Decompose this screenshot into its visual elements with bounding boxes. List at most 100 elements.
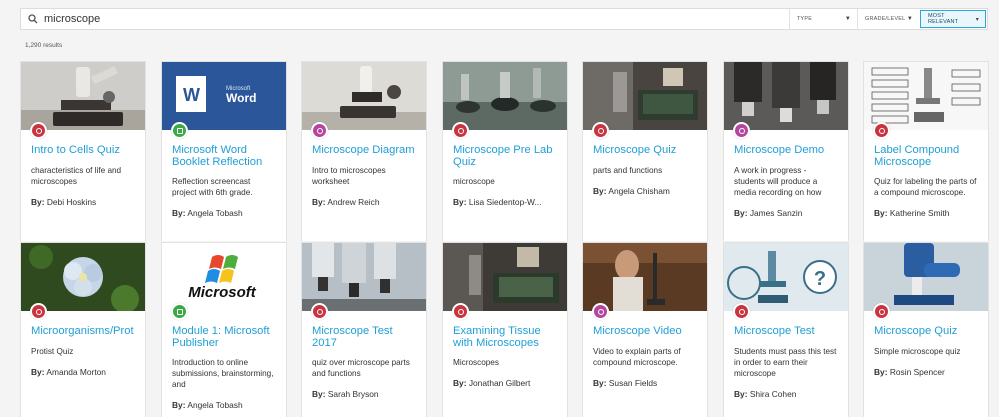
card-description: Introduction to online submissions, brai…: [172, 357, 276, 390]
card-author: By: Andrew Reich: [312, 197, 416, 207]
result-card[interactable]: W Microsoft Word Microsoft Word Booklet …: [161, 61, 287, 241]
card-description: Reflection screencast project with 6th g…: [172, 177, 253, 197]
by-label: By:: [172, 400, 186, 410]
author-name: Angela Chisham: [608, 185, 670, 196]
by-label: By:: [453, 197, 467, 207]
card-description: Protist Quiz: [31, 346, 74, 356]
result-card[interactable]: Microscope Pre Lab Quiz microscope By: L…: [442, 61, 568, 241]
card-thumbnail: [21, 62, 145, 130]
result-card[interactable]: Examining Tissue with Microscopes Micros…: [442, 242, 568, 417]
card-thumbnail: [583, 243, 707, 311]
card-description: characteristics of life and microscopes: [31, 165, 122, 186]
quiz-type-icon: [311, 303, 328, 320]
card-author: By: Angela Tobash: [172, 400, 276, 410]
results-grid: Intro to Cells Quiz characteristics of l…: [20, 61, 989, 417]
quiz-type-icon: [873, 303, 890, 320]
search-input[interactable]: [44, 13, 444, 25]
lesson-type-icon: [733, 122, 750, 139]
type-filter-dropdown[interactable]: TYPE ▼: [789, 9, 857, 29]
card-author: By: Susan Fields: [593, 378, 697, 388]
card-description: Video to explain parts of compound micro…: [593, 346, 681, 367]
quiz-type-icon: [30, 122, 47, 139]
card-thumbnail: ?: [724, 243, 848, 311]
chevron-down-icon: ▼: [906, 16, 913, 22]
result-card[interactable]: Microscope Diagram Intro to microscopes …: [301, 61, 427, 241]
card-title[interactable]: Microscope Quiz: [874, 325, 978, 338]
author-name: Andrew Reich: [327, 196, 380, 207]
chevron-down-icon: ▾: [975, 16, 979, 23]
results-count: 1,290 results: [25, 42, 63, 49]
description-text: Introduction to online submissions, brai…: [172, 358, 274, 389]
result-card[interactable]: Microscope Quiz Simple microscope quiz B…: [863, 242, 989, 417]
card-thumbnail: [864, 243, 988, 311]
quiz-type-icon: [873, 122, 890, 139]
chevron-down-icon: ▼: [844, 16, 851, 22]
by-label: By:: [734, 207, 748, 218]
card-author: By: Amanda Morton: [31, 367, 135, 377]
result-card[interactable]: Microscope Video Video to explain parts …: [582, 242, 708, 417]
sort-label: MOST RELEVANT: [928, 13, 959, 25]
card-thumbnail: [443, 243, 567, 311]
card-title[interactable]: Microscope Test 2017: [312, 325, 416, 349]
card-title[interactable]: Label Compound Microscope: [874, 144, 978, 168]
card-author: By: Debi Hoskins: [31, 197, 135, 207]
card-title[interactable]: Microscope Demo: [734, 144, 838, 157]
result-card[interactable]: Intro to Cells Quiz characteristics of l…: [20, 61, 146, 241]
result-card[interactable]: Microscope Quiz parts and functions By: …: [582, 61, 708, 241]
card-title[interactable]: Microscope Pre Lab Quiz: [453, 144, 557, 168]
card-thumbnail: [583, 62, 707, 130]
card-title[interactable]: Module 1: Microsoft Publisher: [172, 325, 276, 349]
search-icon: [28, 14, 38, 24]
by-label: By:: [874, 208, 888, 218]
card-title[interactable]: Microscope Diagram: [312, 144, 416, 157]
lesson-type-icon: [592, 303, 609, 320]
card-description: Microscopes: [453, 358, 499, 367]
card-title[interactable]: Microorganisms/Prot Quiz: [31, 326, 135, 338]
question-mark-text: ?: [814, 268, 826, 290]
card-thumbnail: W Microsoft Word: [162, 62, 286, 130]
card-author: By: Rosin Spencer: [874, 367, 978, 377]
card-description: quiz over microscope parts and functions: [312, 358, 410, 378]
by-label: By:: [874, 366, 888, 377]
result-card[interactable]: Label Compound Microscope Quiz for label…: [863, 61, 989, 241]
card-description: A work in progress - students will produ…: [734, 165, 822, 197]
result-card[interactable]: ? Microscope Test Students must pass thi…: [723, 242, 849, 417]
search-box[interactable]: [21, 9, 789, 29]
card-title[interactable]: Microscope Quiz: [593, 144, 697, 157]
type-filter-label: TYPE: [797, 16, 813, 22]
sort-dropdown[interactable]: MOST RELEVANT ▾: [920, 10, 986, 28]
lesson-type-icon: [311, 122, 328, 139]
quiz-type-icon: [30, 303, 47, 320]
author-name: Katherine Smith: [889, 208, 950, 218]
result-card[interactable]: Microscope Demo A work in progress - stu…: [723, 61, 849, 241]
card-title[interactable]: Intro to Cells Quiz: [31, 144, 135, 157]
by-label: By:: [453, 378, 467, 388]
search-bar: TYPE ▼ GRADE/LEVEL ▼ MOST RELEVANT ▾: [20, 8, 988, 30]
result-card[interactable]: Microscope Test 2017 quiz over microscop…: [301, 242, 427, 417]
card-author: By: Shira Cohen: [734, 389, 838, 399]
author-name: Susan Fields: [608, 377, 658, 388]
by-label: By:: [31, 366, 45, 377]
card-author: By: Jonathan Gilbert: [453, 378, 557, 388]
card-title[interactable]: Microscope Video: [593, 325, 697, 338]
author-name: Amanda Morton: [46, 366, 106, 377]
card-title[interactable]: Microscope Test: [734, 325, 838, 338]
quiz-type-icon: [452, 303, 469, 320]
result-card[interactable]: Microsoft Module 1: Microsoft Publisher …: [161, 242, 287, 417]
document-type-icon: [171, 122, 188, 139]
grade-level-filter-dropdown[interactable]: GRADE/LEVEL ▼: [857, 9, 919, 29]
card-author: By: Angela Tobash: [172, 208, 276, 218]
author-name: Shira Cohen: [749, 388, 797, 399]
card-author: By: Angela Chisham: [593, 186, 697, 196]
by-label: By:: [172, 208, 186, 218]
card-description: Quiz for labeling the parts of a compoun…: [874, 177, 977, 197]
author-name: Jonathan Gilbert: [468, 378, 531, 388]
card-description: Students must pass this test in order to…: [734, 346, 837, 378]
card-author: By: Lisa Siedentop-W...: [453, 197, 557, 207]
card-author: By: Katherine Smith: [874, 208, 978, 218]
card-title[interactable]: Examining Tissue with Microscopes: [453, 325, 557, 349]
result-card[interactable]: Microorganisms/Prot Quiz Protist Quiz By…: [20, 242, 146, 417]
document-type-icon: [171, 303, 188, 320]
grade-filter-label: GRADE/LEVEL: [865, 16, 906, 22]
card-title[interactable]: Microsoft Word Booklet Reflection: [172, 144, 276, 168]
